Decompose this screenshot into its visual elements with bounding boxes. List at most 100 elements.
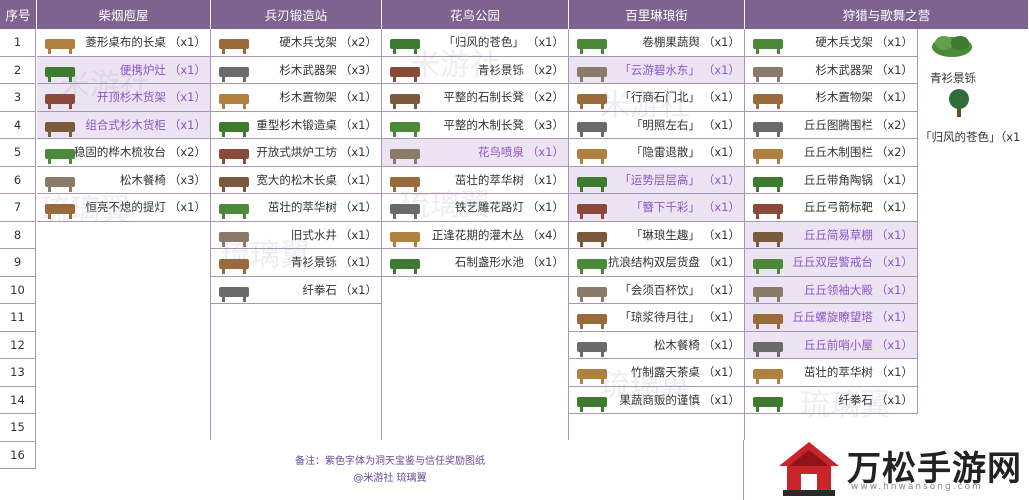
row-number: 11 bbox=[0, 304, 36, 332]
furniture-item: 丘丘前哨小屋 （x1） bbox=[745, 331, 918, 359]
row-number: 1 bbox=[0, 29, 36, 57]
thumbnail bbox=[749, 196, 787, 220]
furniture-item-quantity: （x1） bbox=[875, 62, 913, 77]
thumbnail bbox=[749, 224, 787, 248]
furniture-thumbnail-icon bbox=[753, 369, 783, 384]
furniture-item-quantity: （x1） bbox=[875, 90, 913, 105]
header-chaiyan-paowu: 柴烟庖屋 bbox=[37, 0, 211, 29]
furniture-thumbnail-icon bbox=[753, 314, 783, 329]
column-frame bbox=[382, 29, 569, 440]
furniture-thumbnail-icon bbox=[753, 396, 783, 412]
header-baili-linlangjie: 百里琳琅街 bbox=[569, 0, 745, 29]
furniture-item-quantity: （x2） bbox=[875, 145, 913, 160]
furniture-item-name: 丘丘木制围栏 bbox=[803, 145, 873, 160]
furniture-thumbnail-icon bbox=[753, 341, 783, 357]
furniture-thumbnail-icon bbox=[753, 204, 783, 219]
row-number: 13 bbox=[0, 359, 36, 387]
thumbnail bbox=[749, 59, 787, 83]
furniture-item: 丘丘图腾围栏 （x2） bbox=[745, 111, 918, 139]
house-logo-icon bbox=[779, 442, 839, 496]
furniture-item-name: 杉木武器架 bbox=[815, 62, 873, 77]
furniture-item-quantity: （x1） bbox=[875, 35, 913, 50]
thumbnail bbox=[749, 86, 787, 110]
furniture-item-name: 丘丘前哨小屋 bbox=[803, 337, 873, 352]
furniture-item: 茁壮的萃华树 （x1） bbox=[745, 359, 918, 387]
row-number: 9 bbox=[0, 249, 36, 277]
tree-icon bbox=[949, 89, 969, 117]
row-number: 16 bbox=[0, 441, 36, 469]
thumbnail bbox=[749, 389, 787, 413]
footnote-line-1: 备注：紫色字体为洞天宝鉴与信任奖励图纸 bbox=[295, 456, 485, 467]
furniture-item-quantity: （x1） bbox=[875, 227, 913, 242]
row-number: 5 bbox=[0, 139, 36, 167]
furniture-thumbnail-icon bbox=[753, 259, 783, 274]
header-huaniao-gongyuan: 花鸟公园 bbox=[382, 0, 569, 29]
furniture-thumbnail-icon bbox=[753, 231, 783, 247]
furniture-item-quantity: （x1） bbox=[875, 255, 913, 270]
row-number: 3 bbox=[0, 84, 36, 112]
furniture-item: 硬木兵戈架 （x1） bbox=[745, 29, 918, 57]
furniture-item: 丘丘带角陶锅 （x1） bbox=[745, 166, 918, 194]
thumbnail bbox=[749, 334, 787, 358]
furniture-item-quantity: （x1） bbox=[875, 337, 913, 352]
footnote-line-2: @米游社 琉璃翼 bbox=[353, 473, 427, 484]
column-frame bbox=[211, 29, 382, 440]
site-logo-url: www.hnwansong.com bbox=[851, 482, 983, 492]
bush-icon bbox=[932, 36, 972, 57]
furniture-item: 丘丘简易草棚 （x1） bbox=[745, 221, 918, 249]
row-number: 2 bbox=[0, 56, 36, 84]
furniture-item-quantity: （x1） bbox=[875, 282, 913, 297]
furniture-item: 丘丘螺旋瞭望塔 （x1） bbox=[745, 304, 918, 332]
furniture-item-name: 丘丘简易草棚 bbox=[803, 227, 873, 242]
row-number: 12 bbox=[0, 331, 36, 359]
furniture-thumbnail-icon bbox=[753, 66, 783, 82]
thumbnail bbox=[749, 279, 787, 303]
column-frame bbox=[37, 29, 211, 440]
row-number: 10 bbox=[0, 276, 36, 304]
furniture-item-name: 丘丘图腾围栏 bbox=[803, 117, 873, 132]
furniture-thumbnail-icon bbox=[753, 149, 783, 164]
row-number: 7 bbox=[0, 194, 36, 222]
furniture-item: 丘丘领袖大殿 （x1） bbox=[745, 276, 918, 304]
thumbnail bbox=[749, 114, 787, 138]
furniture-thumbnail-icon bbox=[753, 94, 783, 109]
furniture-table: 序号 柴烟庖屋 兵刃锻造站 花鸟公园 百里琳琅街 狩猎与歌舞之营 1234567… bbox=[0, 0, 1029, 500]
furniture-thumbnail-icon bbox=[753, 176, 783, 192]
furniture-item-name: 硬木兵戈架 bbox=[815, 35, 873, 50]
furniture-item-name: 纤拳石 bbox=[838, 392, 873, 407]
side-extra-items: 青衫景铄 「归风的苍色」（x1 bbox=[918, 29, 1029, 159]
row-number: 6 bbox=[0, 166, 36, 194]
furniture-item-quantity: （x1） bbox=[875, 310, 913, 325]
furniture-thumbnail-icon bbox=[753, 121, 783, 137]
row-number: 4 bbox=[0, 111, 36, 139]
side-item-qingshan-jingshuo: 青衫景铄 bbox=[930, 71, 976, 85]
thumbnail bbox=[749, 141, 787, 165]
furniture-item-quantity: （x2） bbox=[875, 117, 913, 132]
furniture-item-name: 茁壮的萃华树 bbox=[803, 365, 873, 380]
furniture-item-name: 丘丘带角陶锅 bbox=[803, 172, 873, 187]
thumbnail bbox=[749, 361, 787, 385]
furniture-item: 丘丘弓箭标靶 （x1） bbox=[745, 194, 918, 222]
side-item-guifeng-de-cangse: 「归风的苍色」（x1 bbox=[920, 130, 1021, 144]
furniture-item: 丘丘木制围栏 （x2） bbox=[745, 139, 918, 167]
thumbnail bbox=[749, 169, 787, 193]
column-frame bbox=[569, 29, 745, 440]
row-number: 15 bbox=[0, 414, 36, 442]
furniture-item-name: 丘丘领袖大殿 bbox=[803, 282, 873, 297]
furniture-item-name: 丘丘双层警戒台 bbox=[792, 255, 873, 270]
furniture-item: 丘丘双层警戒台 （x1） bbox=[745, 249, 918, 277]
thumbnail bbox=[749, 31, 787, 55]
header-shoulie-gewu-zhiying: 狩猎与歌舞之营 bbox=[745, 0, 1029, 29]
row-number: 8 bbox=[0, 221, 36, 249]
row-number: 14 bbox=[0, 386, 36, 414]
furniture-item-quantity: （x1） bbox=[875, 200, 913, 215]
furniture-item-name: 杉木置物架 bbox=[815, 90, 873, 105]
furniture-item-quantity: （x1） bbox=[875, 392, 913, 407]
furniture-thumbnail-icon bbox=[753, 39, 783, 54]
header-bingren-duanzaozhan: 兵刃锻造站 bbox=[211, 0, 382, 29]
furniture-thumbnail-icon bbox=[753, 286, 783, 302]
furniture-item-name: 丘丘弓箭标靶 bbox=[803, 200, 873, 215]
footnote: 备注：紫色字体为洞天宝鉴与信任奖励图纸 @米游社 琉璃翼 bbox=[37, 440, 744, 500]
header-index: 序号 bbox=[0, 0, 37, 29]
thumbnail bbox=[749, 251, 787, 275]
